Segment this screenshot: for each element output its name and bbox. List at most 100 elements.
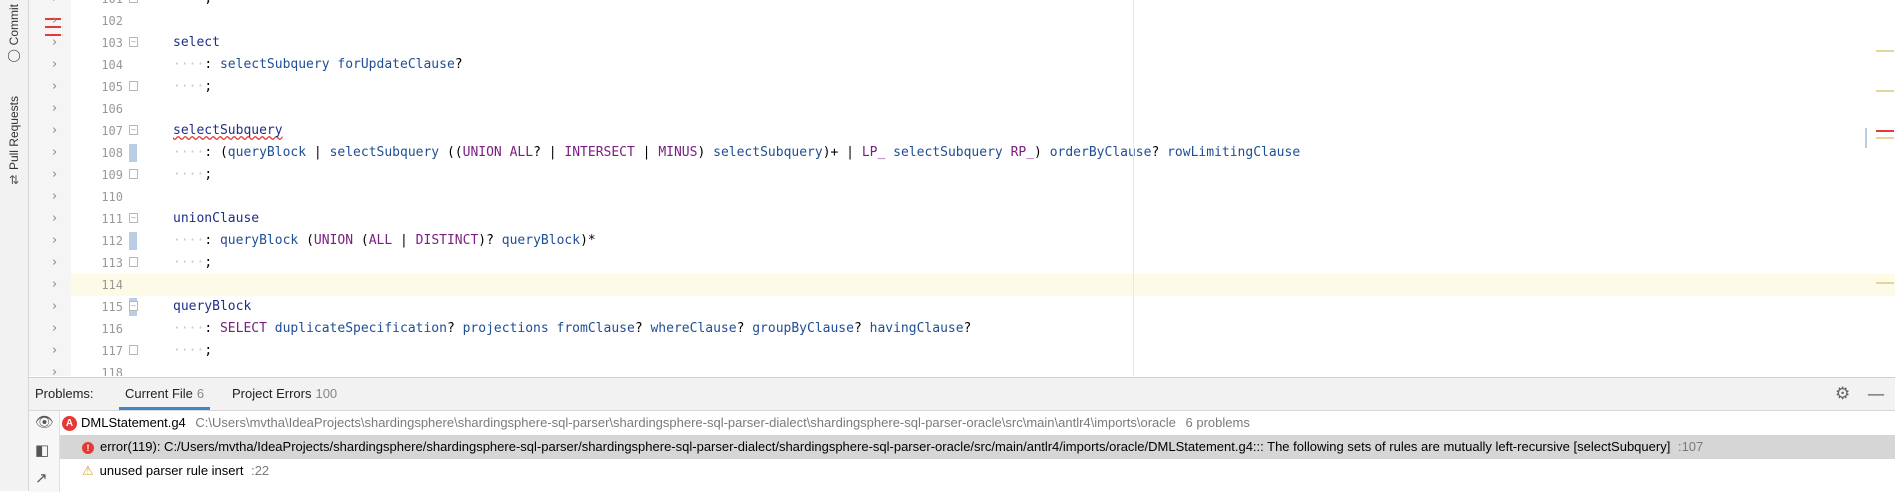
code-line[interactable]: 117 ····; (71, 340, 1895, 362)
preview-panel-icon[interactable]: ◧ (35, 441, 49, 459)
code-token: ; (204, 167, 213, 182)
problem-warning-line: :22 (251, 463, 270, 478)
chevron-right-icon[interactable]: › (52, 124, 64, 138)
problems-panel: Problems: Current File 6 Project Errors 10… (29, 377, 1895, 492)
code-text: ····: (queryBlock | selectSubquery ((UNI… (173, 142, 1300, 164)
chevron-right-icon[interactable]: › (52, 190, 64, 204)
code-token: ALL (368, 233, 393, 248)
problem-file-name: DMLStatement.g4 (81, 415, 186, 430)
scroll-marker (1876, 90, 1894, 92)
chevron-right-icon[interactable]: › (52, 0, 64, 6)
code-text: ····: queryBlock (UNION (ALL | DISTINCT)… (173, 230, 596, 252)
error-icon: ! (82, 441, 94, 454)
chevron-right-icon[interactable]: › (52, 300, 64, 314)
code-token: selectSubquery (713, 145, 823, 160)
code-token: ; (204, 0, 212, 6)
code-line[interactable]: 111− unionClause (71, 208, 1895, 230)
code-line[interactable]: 113 ····; (71, 252, 1895, 274)
code-token: havingClause (869, 321, 964, 336)
fold-gutter (29, 0, 71, 376)
problem-item-warning[interactable]: ⚠ unused parser rule insert :22 (60, 459, 1895, 483)
code-line[interactable]: 106 (71, 98, 1895, 120)
code-token: )* (580, 233, 596, 248)
code-token: : (204, 233, 220, 248)
code-text: ····; (173, 164, 212, 186)
chevron-right-icon[interactable]: › (52, 36, 64, 50)
code-line[interactable]: 115− queryBlock (71, 296, 1895, 318)
code-line[interactable]: 114 (71, 274, 1895, 296)
code-line[interactable]: 118 (71, 362, 1895, 376)
chevron-right-icon[interactable]: › (52, 278, 64, 292)
code-line[interactable]: 116 ····: SELECT duplicateSpecification? … (71, 318, 1895, 340)
fold-end-icon[interactable] (129, 345, 138, 355)
code-token: : (204, 57, 220, 72)
chevron-right-icon[interactable]: › (52, 322, 64, 336)
code-token: | (634, 145, 659, 160)
fold-collapse-icon[interactable]: − (129, 37, 138, 47)
commit-icon: ◯ (7, 48, 21, 63)
code-token: ? (1151, 145, 1168, 160)
code-token: queryBlock (227, 145, 307, 160)
error-scroll-marker[interactable] (1876, 130, 1894, 132)
change-marker-modified[interactable] (129, 232, 137, 250)
code-token: ···· (173, 321, 205, 336)
code-line[interactable]: 110 (71, 186, 1895, 208)
code-text: queryBlock (173, 296, 251, 318)
chevron-right-icon[interactable]: › (52, 168, 64, 182)
code-line[interactable]: 101 ····; (71, 0, 1895, 10)
chevron-right-icon[interactable]: › (52, 146, 64, 160)
fold-collapse-icon[interactable]: − (129, 301, 138, 311)
fold-end-icon[interactable] (129, 169, 138, 179)
tab-project-errors[interactable]: Project Errors 100 (232, 378, 337, 410)
chevron-right-icon[interactable]: › (52, 344, 64, 358)
chevron-right-icon[interactable]: › (52, 80, 64, 94)
chevron-right-icon[interactable]: › (52, 212, 64, 226)
tab-project-errors-count: 100 (315, 386, 338, 401)
code-line[interactable]: 108 ····: (queryBlock | selectSubquery ((… (71, 142, 1895, 164)
eye-icon[interactable]: 👁 (35, 413, 54, 431)
problem-warning-text: unused parser rule insert (99, 463, 244, 478)
code-line[interactable]: 102 (71, 10, 1895, 32)
pull-requests-tab[interactable]: Pull Requests ⇅ (2, 96, 26, 187)
fold-end-icon[interactable] (129, 257, 138, 267)
change-marker-modified[interactable] (129, 144, 137, 162)
commit-tab[interactable]: Commit ◯ (2, 4, 26, 62)
code-editor[interactable]: 101····; 102 103−select104····: selectSubq… (29, 0, 1895, 376)
chevron-right-icon[interactable]: › (52, 256, 64, 270)
chevron-right-icon[interactable]: › (52, 102, 64, 116)
problem-item-error[interactable]: ! error(119): C:/Users/mvtha/IdeaProjects… (60, 435, 1895, 459)
chevron-right-icon[interactable]: › (52, 234, 64, 248)
code-line[interactable]: 109 ····; (71, 164, 1895, 186)
chevron-right-icon[interactable]: › (52, 58, 64, 72)
code-token: whereClause (650, 321, 737, 336)
chevron-right-icon[interactable]: › (52, 366, 64, 377)
code-line[interactable]: 107− selectSubquery (71, 120, 1895, 142)
minimize-icon[interactable]: — (1867, 384, 1885, 405)
gear-icon[interactable]: ⚙ (1835, 384, 1850, 404)
code-token: ; (204, 343, 213, 358)
right-margin-guide (1133, 0, 1134, 376)
expand-icon[interactable]: ↗ (35, 469, 48, 487)
fold-collapse-icon[interactable]: − (129, 213, 138, 223)
code-line[interactable]: 112 ····: queryBlock (UNION (ALL | DISTIN… (71, 230, 1895, 252)
code-line[interactable]: 104 ····: selectSubquery forUpdateClause? (71, 54, 1895, 76)
problem-file-row[interactable]: A DMLStatement.g4 C:\Users\mvtha\IdeaProj… (60, 411, 1895, 435)
code-token: INTERSECT (564, 145, 635, 160)
line-number: 102 (101, 14, 123, 28)
left-tool-window-bar: Commit ◯ Pull Requests ⇅ (0, 0, 29, 491)
code-line[interactable]: 103− select (71, 32, 1895, 54)
code-token: (( (439, 145, 463, 160)
code-token: ? (963, 321, 972, 336)
chevron-right-icon[interactable]: › (52, 14, 64, 28)
fold-end-icon[interactable] (129, 81, 138, 91)
scrollbar-thumb[interactable] (1865, 128, 1867, 148)
code-token: ( (298, 233, 314, 248)
code-token: duplicateSpecification (274, 321, 447, 336)
tab-current-file[interactable]: Current File 6 (119, 378, 211, 410)
fold-collapse-icon[interactable]: − (129, 125, 138, 135)
fold-end-icon[interactable] (129, 0, 138, 3)
code-line[interactable]: 105 ····; (71, 76, 1895, 98)
